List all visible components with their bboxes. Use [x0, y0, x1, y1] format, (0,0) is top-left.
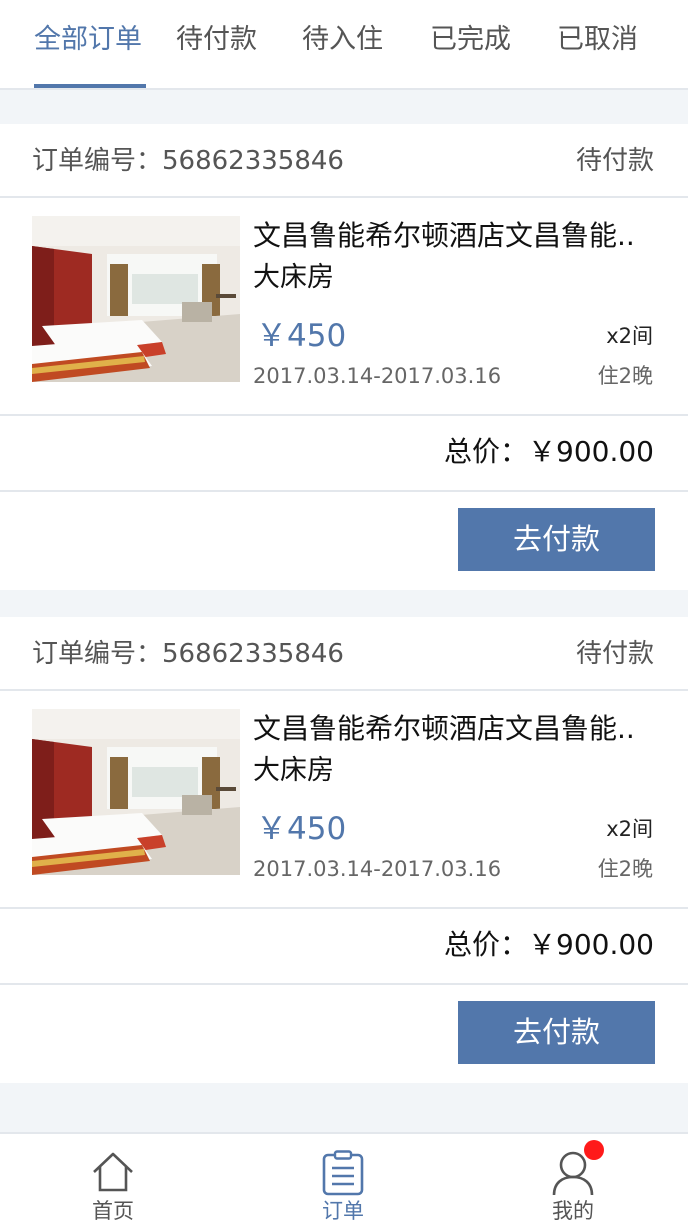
unit-price: ￥450: [256, 318, 347, 354]
clipboard-icon: [322, 1150, 364, 1196]
tab-pending-checkin[interactable]: 待入住: [302, 22, 383, 58]
active-tab-indicator: [34, 84, 146, 88]
total-row: 总价：￥900.00: [0, 907, 688, 985]
hotel-name: 文昌鲁能希尔顿酒店文昌鲁能..: [253, 219, 635, 252]
room-quantity: x2间: [606, 817, 653, 841]
order-header: 订单编号：56862335846 待付款: [0, 617, 688, 691]
stay-dates: 2017.03.14-2017.03.16: [253, 857, 502, 881]
order-status: 待付款: [575, 639, 654, 669]
room-type: 大床房: [253, 755, 334, 786]
order-number: 订单编号：56862335846: [32, 146, 344, 176]
hotel-room-photo: [32, 709, 240, 875]
hotel-name: 文昌鲁能希尔顿酒店文昌鲁能..: [253, 712, 635, 745]
order-header: 订单编号：56862335846 待付款: [0, 124, 688, 198]
tab-completed[interactable]: 已完成: [430, 22, 511, 58]
tab-all-orders[interactable]: 全部订单: [34, 22, 142, 58]
stay-dates: 2017.03.14-2017.03.16: [253, 364, 502, 388]
hotel-room-photo: [32, 216, 240, 382]
pay-button[interactable]: 去付款: [458, 508, 655, 571]
home-icon: [93, 1152, 133, 1192]
nav-home-label: 首页: [92, 1199, 134, 1223]
nav-orders[interactable]: 订单: [283, 1134, 403, 1226]
tab-pending-payment[interactable]: 待付款: [176, 22, 257, 58]
stay-nights: 住2晚: [597, 364, 653, 388]
nav-orders-label: 订单: [322, 1199, 364, 1223]
unit-price: ￥450: [256, 811, 347, 847]
pay-button[interactable]: 去付款: [458, 1001, 655, 1064]
nav-mine-label: 我的: [552, 1199, 594, 1223]
total-price: 总价：￥900.00: [444, 435, 654, 468]
tab-cancelled[interactable]: 已取消: [557, 22, 638, 58]
order-tabs: 全部订单 待付款 待入住 已完成 已取消: [0, 0, 688, 90]
nav-mine[interactable]: 我的: [513, 1134, 633, 1226]
order-card[interactable]: 订单编号：56862335846 待付款 文昌鲁能希尔顿酒店文昌鲁能.. 大床房…: [0, 124, 688, 590]
stay-nights: 住2晚: [597, 857, 653, 881]
order-status: 待付款: [575, 146, 654, 176]
nav-home[interactable]: 首页: [53, 1134, 173, 1226]
notification-badge: [584, 1140, 604, 1160]
room-type: 大床房: [253, 262, 334, 293]
room-quantity: x2间: [606, 324, 653, 348]
total-row: 总价：￥900.00: [0, 414, 688, 492]
order-card[interactable]: 订单编号：56862335846 待付款 文昌鲁能希尔顿酒店文昌鲁能.. 大床房…: [0, 617, 688, 1083]
total-price: 总价：￥900.00: [444, 928, 654, 961]
order-number: 订单编号：56862335846: [32, 639, 344, 669]
